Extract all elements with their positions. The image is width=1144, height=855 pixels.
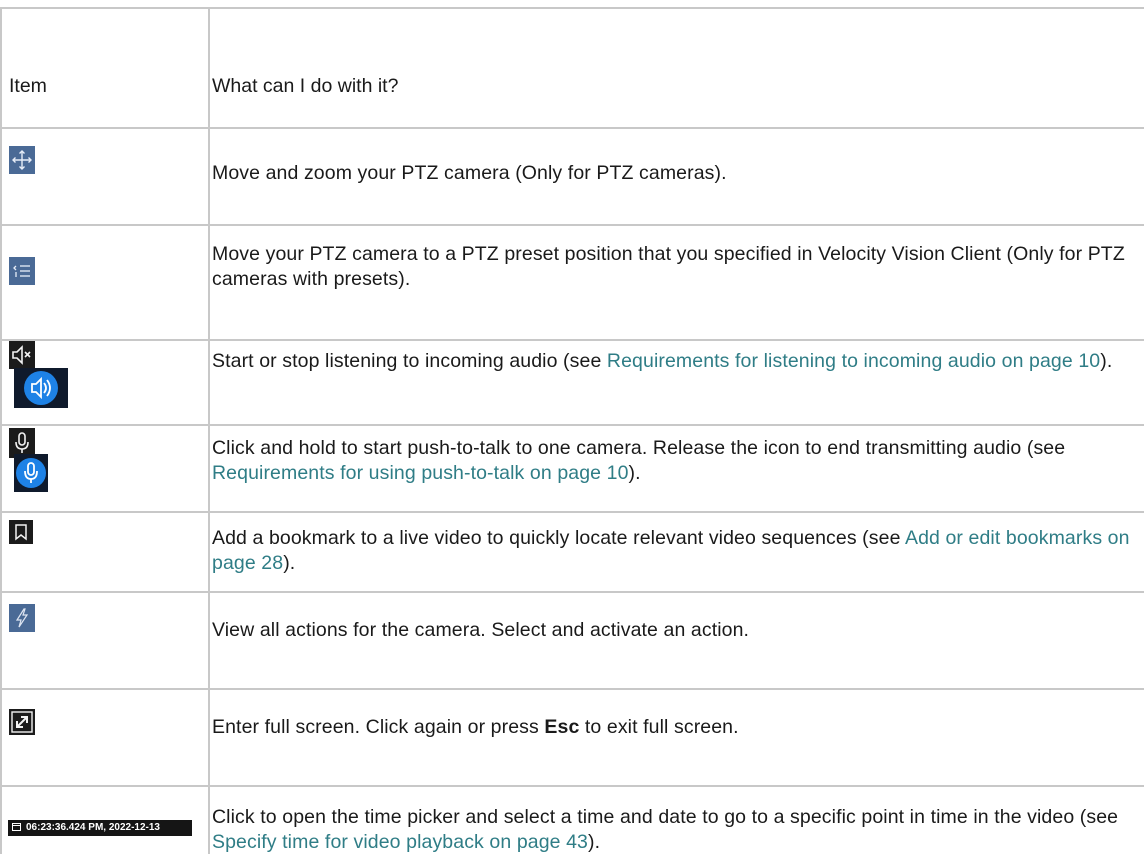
row-ptt-text-end: ).: [628, 462, 641, 484]
bookmark-icon[interactable]: [9, 520, 33, 544]
fullscreen-icon[interactable]: [9, 709, 35, 735]
row-time-text-end: ).: [588, 831, 601, 853]
grid-line: [0, 7, 2, 854]
lightning-icon[interactable]: [9, 604, 35, 632]
header-description: What can I do with it?: [212, 75, 399, 97]
ptz-preset-icon[interactable]: [9, 257, 35, 285]
link-listening-requirements[interactable]: Requirements for listening to incoming a…: [607, 350, 1100, 372]
grid-line: [0, 511, 1144, 513]
row-ptz-preset-desc: Move your PTZ camera to a PTZ preset pos…: [212, 243, 1125, 290]
timestamp-label: 06:23:36.424 PM, 2022-12-13: [26, 822, 160, 833]
row-fullscreen-desc: Enter full screen. Click again or press …: [212, 715, 1142, 740]
speaker-icon[interactable]: [9, 341, 35, 369]
row-bookmark-text: Add a bookmark to a live video to quickl…: [212, 527, 905, 549]
row-audio-text: Start or stop listening to incoming audi…: [212, 350, 607, 372]
link-push-to-talk-requirements[interactable]: Requirements for using push-to-talk on p…: [212, 462, 629, 484]
row-fullscreen-text: Enter full screen. Click again or press: [212, 716, 545, 738]
controls-table: Item What can I do with it? Move and zoo…: [0, 0, 1144, 854]
esc-key-label: Esc: [544, 716, 580, 738]
grid-line: [0, 785, 1144, 787]
grid-line: [0, 7, 1144, 9]
clock-icon: [12, 820, 21, 836]
row-time-text: Click to open the time picker and select…: [212, 806, 1119, 828]
row-fullscreen-text-end: to exit full screen.: [579, 716, 739, 738]
row-ptz-move-desc: Move and zoom your PTZ camera (Only for …: [212, 162, 727, 184]
row-bookmark-text-end: ).: [283, 552, 296, 574]
row-ptt-text: Click and hold to start push-to-talk to …: [212, 437, 1066, 459]
header-item: Item: [9, 75, 47, 97]
row-push-to-talk-desc: Click and hold to start push-to-talk to …: [212, 436, 1142, 486]
row-audio-desc: Start or stop listening to incoming audi…: [212, 349, 1142, 374]
grid-line: [208, 7, 210, 854]
grid-line: [0, 339, 1144, 341]
grid-line: [0, 424, 1144, 426]
ptz-move-icon[interactable]: [9, 146, 35, 174]
time-picker-button[interactable]: 06:23:36.424 PM, 2022-12-13: [8, 820, 192, 836]
row-bookmark-desc: Add a bookmark to a live video to quickl…: [212, 526, 1142, 576]
grid-line: [0, 591, 1144, 593]
grid-line: [0, 127, 1144, 129]
row-actions-desc: View all actions for the camera. Select …: [212, 619, 750, 641]
grid-line: [0, 688, 1144, 690]
grid-line: [0, 224, 1144, 226]
speaker-on-icon[interactable]: [14, 368, 68, 408]
row-time-picker-desc: Click to open the time picker and select…: [212, 805, 1142, 855]
row-audio-text-end: ).: [1100, 350, 1113, 372]
microphone-on-icon[interactable]: [14, 454, 48, 492]
link-specify-time-playback[interactable]: Specify time for video playback on page …: [212, 831, 588, 853]
